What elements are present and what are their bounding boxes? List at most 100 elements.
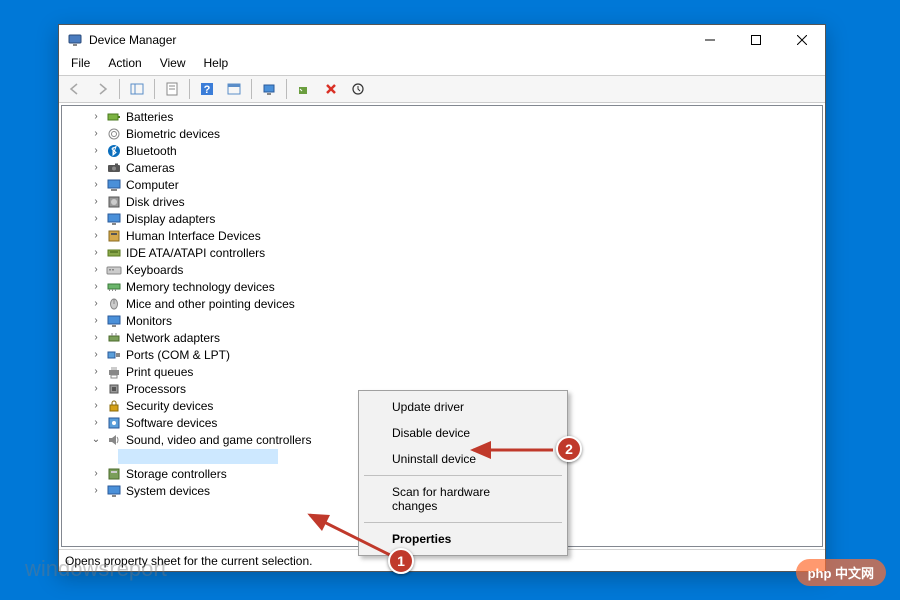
expander-icon[interactable]: › xyxy=(90,485,102,497)
category-label: Monitors xyxy=(126,314,172,328)
tree-category[interactable]: › Mice and other pointing devices xyxy=(62,295,822,312)
forward-button[interactable] xyxy=(90,77,114,101)
show-hide-tree-button[interactable] xyxy=(125,77,149,101)
maximize-button[interactable] xyxy=(733,25,779,55)
back-button[interactable] xyxy=(63,77,87,101)
camera-icon xyxy=(106,160,122,176)
tree-category[interactable]: ›Computer xyxy=(62,176,822,193)
separator xyxy=(154,79,155,99)
tree-category[interactable]: › IDE ATA/ATAPI controllers xyxy=(62,244,822,261)
expander-icon[interactable]: › xyxy=(90,111,102,123)
properties-button[interactable] xyxy=(160,77,184,101)
menu-help[interactable]: Help xyxy=(196,55,237,75)
ctx-disable-device[interactable]: Disable device xyxy=(362,420,564,446)
menu-action[interactable]: Action xyxy=(100,55,149,75)
expander-icon[interactable]: › xyxy=(90,383,102,395)
category-label: Human Interface Devices xyxy=(126,229,261,243)
minimize-button[interactable] xyxy=(687,25,733,55)
tree-category[interactable]: › Monitors xyxy=(62,312,822,329)
tree-category[interactable]: › Biometric devices xyxy=(62,125,822,142)
separator xyxy=(286,79,287,99)
mouse-icon xyxy=(106,296,122,312)
separator xyxy=(364,475,562,476)
expander-icon[interactable]: › xyxy=(90,179,102,191)
selected-device-highlight[interactable] xyxy=(118,449,278,464)
watermark-windowsreport: windowsreport xyxy=(25,556,167,582)
expander-icon[interactable]: › xyxy=(90,315,102,327)
tree-category[interactable]: › Human Interface Devices xyxy=(62,227,822,244)
tree-category[interactable]: › Batteries xyxy=(62,108,822,125)
expander-icon[interactable]: ⌄ xyxy=(90,434,102,446)
tree-category[interactable]: ›Disk drives xyxy=(62,193,822,210)
ctx-properties[interactable]: Properties xyxy=(362,526,564,552)
sound-icon xyxy=(106,432,122,448)
enable-device-button[interactable] xyxy=(292,77,316,101)
app-icon xyxy=(67,32,83,48)
tree-category[interactable]: › Display adapters xyxy=(62,210,822,227)
expander-icon[interactable]: › xyxy=(90,230,102,242)
ctx-scan-hardware[interactable]: Scan for hardware changes xyxy=(362,479,564,519)
expander-icon[interactable]: › xyxy=(90,196,102,208)
computer-icon xyxy=(106,177,122,193)
category-label: Biometric devices xyxy=(126,127,220,141)
expander-icon[interactable]: › xyxy=(90,281,102,293)
expander-icon[interactable]: › xyxy=(90,332,102,344)
battery-icon xyxy=(106,109,122,125)
expander-icon[interactable]: › xyxy=(90,400,102,412)
expander-icon[interactable]: › xyxy=(90,417,102,429)
category-label: Batteries xyxy=(126,110,173,124)
tree-category[interactable]: ›Keyboards xyxy=(62,261,822,278)
expander-icon[interactable]: › xyxy=(90,366,102,378)
category-label: Storage controllers xyxy=(126,467,227,481)
uninstall-device-button[interactable] xyxy=(319,77,343,101)
separator xyxy=(189,79,190,99)
tree-category[interactable]: ›Ports (COM & LPT) xyxy=(62,346,822,363)
category-label: Print queues xyxy=(126,365,193,379)
tree-category[interactable]: › Bluetooth xyxy=(62,142,822,159)
tree-category[interactable]: › Cameras xyxy=(62,159,822,176)
titlebar: Device Manager xyxy=(59,25,825,55)
tree-category[interactable]: › Print queues xyxy=(62,363,822,380)
expander-icon[interactable]: › xyxy=(90,145,102,157)
help-button[interactable]: ? xyxy=(195,77,219,101)
disk-icon xyxy=(106,194,122,210)
expander-icon[interactable]: › xyxy=(90,468,102,480)
expander-icon[interactable]: › xyxy=(90,162,102,174)
category-label: Display adapters xyxy=(126,212,215,226)
window-title: Device Manager xyxy=(89,33,687,47)
expander-icon[interactable]: › xyxy=(90,349,102,361)
separator xyxy=(119,79,120,99)
category-label: Bluetooth xyxy=(126,144,177,158)
monitor-icon xyxy=(106,313,122,329)
port-icon xyxy=(106,347,122,363)
category-label: Mice and other pointing devices xyxy=(126,297,295,311)
toolbar: ? xyxy=(59,75,825,103)
memory-icon xyxy=(106,279,122,295)
close-button[interactable] xyxy=(779,25,825,55)
tree-category[interactable]: ›Memory technology devices xyxy=(62,278,822,295)
keyboard-icon xyxy=(106,262,122,278)
category-label: IDE ATA/ATAPI controllers xyxy=(126,246,265,260)
scan-hardware-button[interactable] xyxy=(346,77,370,101)
bluetooth-icon xyxy=(106,143,122,159)
ctx-update-driver[interactable]: Update driver xyxy=(362,394,564,420)
update-driver-button[interactable] xyxy=(257,77,281,101)
fingerprint-icon xyxy=(106,126,122,142)
category-label: System devices xyxy=(126,484,210,498)
category-label: Cameras xyxy=(126,161,175,175)
expander-icon[interactable]: › xyxy=(90,247,102,259)
printer-icon xyxy=(106,364,122,380)
system-icon xyxy=(106,483,122,499)
menu-view[interactable]: View xyxy=(152,55,194,75)
expander-icon[interactable]: › xyxy=(90,213,102,225)
action-button[interactable] xyxy=(222,77,246,101)
expander-icon[interactable]: › xyxy=(90,128,102,140)
menu-file[interactable]: File xyxy=(63,55,98,75)
expander-icon[interactable]: › xyxy=(90,298,102,310)
category-label: Security devices xyxy=(126,399,213,413)
separator xyxy=(251,79,252,99)
expander-icon[interactable]: › xyxy=(90,264,102,276)
tree-category[interactable]: ›Network adapters xyxy=(62,329,822,346)
ctx-uninstall-device[interactable]: Uninstall device xyxy=(362,446,564,472)
ide-icon xyxy=(106,245,122,261)
